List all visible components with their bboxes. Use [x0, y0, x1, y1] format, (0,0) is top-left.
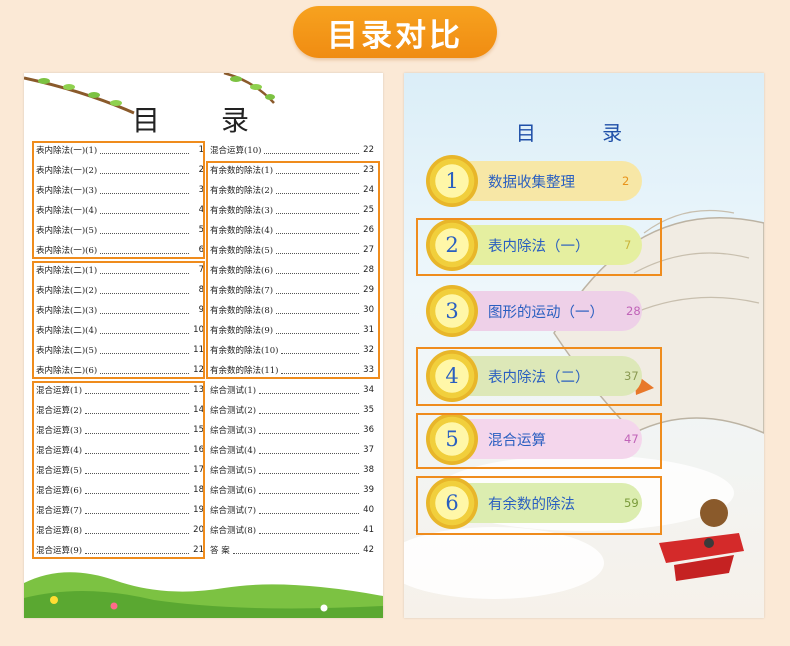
unit-page-number: 2 [622, 174, 630, 188]
toc-entry-page: 37 [363, 445, 374, 455]
toc-entry-page: 40 [363, 505, 374, 515]
toc-entry: 综合测试(8) 41 [210, 520, 374, 540]
dot-leader [259, 392, 359, 394]
unit-title: 图形的运动（一） [488, 304, 604, 321]
toc-entry: 综合测试(1) 34 [210, 380, 374, 400]
toc-entry: 综合测试(6) 39 [210, 480, 374, 500]
toc-entry-label: 答 案 [210, 546, 230, 556]
highlight-box-unit-4 [416, 347, 662, 406]
unit-number-badge: 3 [426, 285, 478, 337]
page-title: 目 录 [132, 104, 275, 137]
toc-entry: 综合测试(2) 35 [210, 400, 374, 420]
toc-entry-page: 36 [363, 425, 374, 435]
toc-entry-label: 混合运算(10) [210, 146, 262, 156]
highlight-box-unit-2 [416, 218, 662, 276]
toc-entry-page: 39 [363, 485, 374, 495]
toc-entry: 综合测试(7) 40 [210, 500, 374, 520]
toc-entry: 综合测试(4) 37 [210, 440, 374, 460]
comparison-banner: 目录对比 [293, 6, 497, 58]
toc-entry-label: 综合测试(5) [210, 466, 257, 476]
toc-entry: 综合测试(5) 38 [210, 460, 374, 480]
highlight-box-remainder-division [206, 161, 380, 379]
dot-leader [259, 472, 359, 474]
toc-entry-label: 综合测试(4) [210, 446, 257, 456]
unit-item: 3 图形的运动（一） 28 [426, 285, 642, 337]
toc-entry-page: 38 [363, 465, 374, 475]
toc-entry-page: 34 [363, 385, 374, 395]
toc-entry-label: 综合测试(8) [210, 526, 257, 536]
grass-decoration [24, 572, 383, 618]
workbook-toc-page: 目 录 表内除法(一)(1) 1 表内除法(一)(2) 2 表内除法(一)(3) 3 表内除… [24, 73, 383, 618]
textbook-toc-page: 目 录 1 数据收集整理 2 2 表内除法（一） 7 3 图形的运动（一） 28 4 表内除法（二）… [404, 73, 764, 618]
unit-item: 1 数据收集整理 2 [426, 155, 642, 207]
unit-number-badge: 1 [426, 155, 478, 207]
dot-leader [259, 452, 359, 454]
toc-entry: 混合运算(10) 22 [210, 140, 374, 160]
dot-leader [232, 552, 359, 554]
dot-leader [259, 492, 359, 494]
toc-entry-label: 综合测试(7) [210, 506, 257, 516]
dot-leader [264, 152, 359, 154]
toc-entry-page: 41 [363, 525, 374, 535]
toc-entry: 综合测试(3) 36 [210, 420, 374, 440]
page-title: 目 录 [515, 121, 653, 145]
highlight-box-division-1 [32, 141, 205, 259]
toc-entry-page: 42 [363, 545, 374, 555]
dot-leader [259, 412, 359, 414]
dot-leader [259, 512, 359, 514]
toc-entry-page: 22 [363, 145, 374, 155]
highlight-box-division-2 [32, 261, 205, 379]
toc-entry-label: 综合测试(3) [210, 426, 257, 436]
toc-entry-page: 35 [363, 405, 374, 415]
highlight-box-unit-6 [416, 476, 662, 535]
highlight-box-mixed-ops [32, 381, 205, 559]
toc-entry: 答 案 42 [210, 540, 374, 560]
toc-entry-label: 综合测试(6) [210, 486, 257, 496]
highlight-box-unit-5 [416, 413, 662, 469]
dot-leader [259, 532, 359, 534]
unit-title: 数据收集整理 [488, 174, 575, 191]
unit-page-number: 28 [626, 304, 641, 318]
toc-entry-label: 综合测试(1) [210, 386, 257, 396]
toc-entry-label: 综合测试(2) [210, 406, 257, 416]
dot-leader [259, 432, 359, 434]
